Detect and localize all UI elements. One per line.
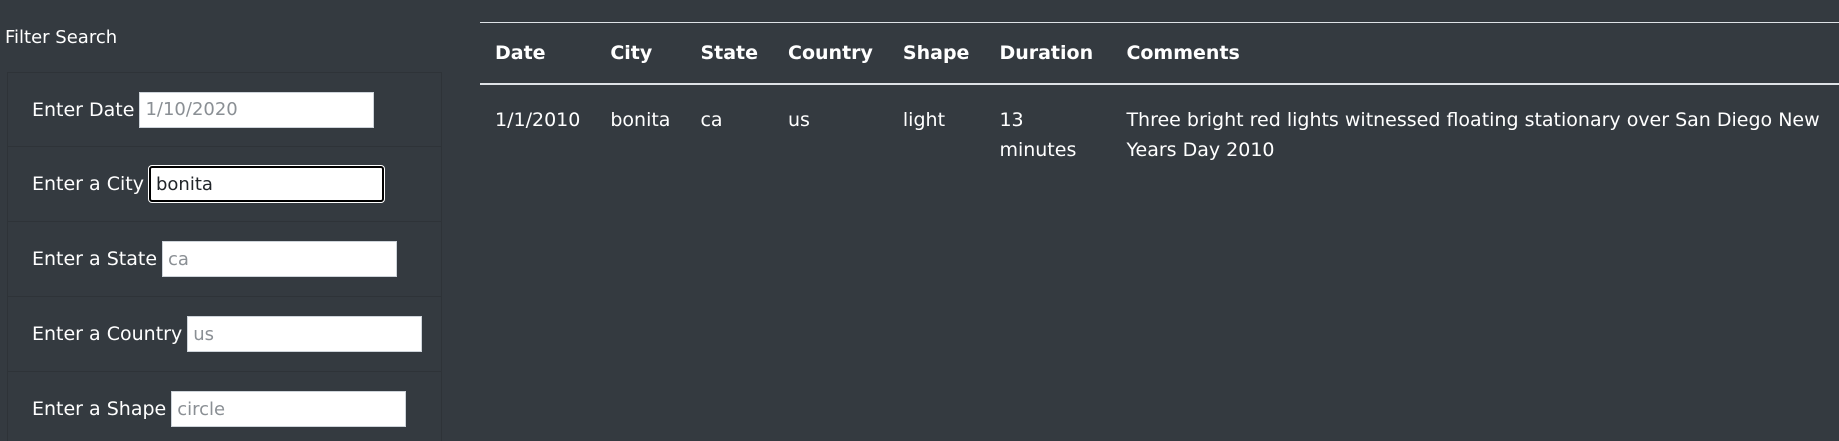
country-label: Enter a Country [32, 323, 183, 345]
results-table: Date City State Country Shape Duration C… [480, 22, 1839, 173]
filter-title: Filter Search [5, 27, 118, 48]
header-shape: Shape [887, 22, 985, 85]
shape-label: Enter a Shape [32, 398, 167, 420]
header-country: Country [773, 22, 888, 85]
filter-item-date: Enter Date [7, 72, 442, 147]
cell-duration: 13 minutes [999, 108, 1077, 161]
header-duration: Duration [984, 22, 1112, 85]
results-table-header: Date City State Country Shape Duration C… [480, 22, 1839, 85]
country-input[interactable] [187, 316, 423, 352]
header-comments: Comments [1111, 22, 1839, 85]
filter-item-country: Enter a Country [7, 297, 442, 372]
header-city: City [595, 22, 686, 85]
header-state: State [685, 22, 774, 85]
cell-comments: Three bright red lights witnessed floati… [1126, 108, 1820, 161]
filter-item-city: Enter a City [7, 147, 442, 222]
city-label: Enter a City [32, 173, 144, 195]
cell-state: ca [700, 108, 723, 131]
filter-list: Enter Date Enter a City Enter a State En… [7, 72, 442, 441]
table-row: 1/1/2010 bonita ca us light 13 minutes T… [480, 84, 1839, 173]
date-input[interactable] [139, 91, 375, 128]
city-input[interactable] [148, 166, 384, 202]
shape-input[interactable] [171, 391, 407, 427]
filter-item-state: Enter a State [7, 222, 442, 297]
cell-shape: light [902, 108, 946, 131]
header-date: Date [480, 22, 596, 85]
cell-country: us [788, 108, 810, 131]
state-label: Enter a State [32, 248, 158, 270]
state-input[interactable] [162, 241, 398, 277]
cell-date: 1/1/2010 [495, 108, 581, 131]
date-label: Enter Date [32, 98, 135, 121]
results-table-body: 1/1/2010 bonita ca us light 13 minutes T… [480, 84, 1839, 173]
cell-city: bonita [610, 108, 671, 131]
header-row: Date City State Country Shape Duration C… [480, 22, 1839, 85]
filter-item-shape: Enter a Shape [7, 372, 442, 441]
ufo-sightings-page: Filter Search Enter Date Enter a City En… [0, 0, 1839, 441]
